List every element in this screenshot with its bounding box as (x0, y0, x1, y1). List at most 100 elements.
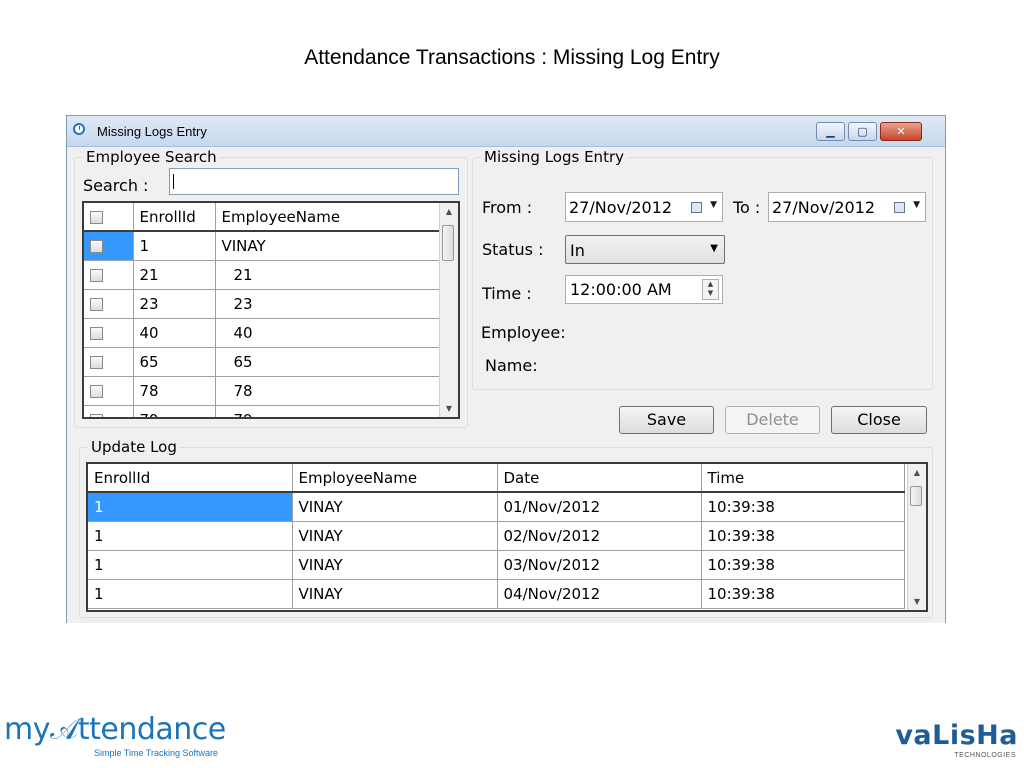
chevron-down-icon[interactable]: ▼ (710, 200, 717, 210)
row-checkbox[interactable] (90, 327, 103, 340)
missing-logs-entry-legend: Missing Logs Entry (484, 148, 624, 166)
table-row[interactable]: 21 21 (84, 260, 440, 290)
row-checkbox[interactable] (90, 414, 103, 417)
employeename-cell[interactable]: VINAY (215, 231, 440, 261)
scroll-thumb[interactable] (910, 486, 922, 506)
row-checkbox-cell[interactable] (84, 289, 134, 319)
row-checkbox[interactable] (90, 385, 103, 398)
table-row[interactable]: 1 VINAY 04/Nov/2012 10:39:38 (88, 579, 905, 609)
employeename-cell[interactable]: 65 (215, 347, 440, 377)
scroll-down-icon[interactable]: ▼ (440, 400, 458, 417)
valisha-tagline: TECHNOLOGIES (954, 752, 1016, 759)
row-checkbox[interactable] (90, 356, 103, 369)
status-label: Status : (482, 240, 544, 259)
valisha-logo: vaLisHa TECHNOLOGIES (872, 720, 1022, 764)
table-row[interactable]: 1 VINAY 03/Nov/2012 10:39:38 (88, 550, 905, 580)
table-row[interactable]: 78 78 (84, 376, 440, 406)
time-stepper[interactable]: ▲ ▼ (702, 279, 719, 300)
employee-label: Employee: (481, 323, 566, 342)
select-all-checkbox[interactable] (90, 210, 103, 224)
chevron-down-icon[interactable]: ▼ (710, 243, 718, 254)
slide-title: Attendance Transactions : Missing Log En… (304, 46, 720, 69)
to-date-picker[interactable]: 27/Nov/2012 ▼ (768, 192, 926, 222)
employeename-cell[interactable]: VINAY (292, 550, 498, 580)
calendar-icon[interactable] (691, 202, 702, 213)
employeename-cell[interactable]: 23 (215, 289, 440, 319)
time-cell[interactable]: 10:39:38 (701, 521, 905, 551)
maximize-button[interactable]: ▢ (848, 122, 877, 141)
scroll-up-icon[interactable]: ▲ (440, 203, 458, 220)
enrollid-cell[interactable]: 1 (88, 550, 293, 580)
date-cell[interactable]: 01/Nov/2012 (497, 492, 702, 522)
enrollid-cell[interactable]: 1 (88, 579, 293, 609)
row-checkbox[interactable] (90, 298, 103, 311)
calendar-icon[interactable] (894, 202, 905, 213)
time-cell[interactable]: 10:39:38 (701, 579, 905, 609)
minimize-button[interactable]: ▁ (816, 122, 845, 141)
time-input[interactable]: 12:00:00 AM ▲ ▼ (565, 275, 723, 304)
row-checkbox-cell[interactable] (84, 347, 134, 377)
table-row[interactable]: 1 VINAY (84, 231, 440, 261)
status-select[interactable]: In ▼ (565, 235, 725, 264)
table-row[interactable]: 40 40 (84, 318, 440, 348)
employeename-cell[interactable]: 40 (215, 318, 440, 348)
row-checkbox-cell[interactable] (84, 231, 134, 261)
column-header-enrollid[interactable]: EnrollId (88, 464, 293, 493)
save-button[interactable]: Save (619, 406, 714, 434)
scroll-up-icon[interactable]: ▲ (908, 464, 926, 481)
scroll-thumb[interactable] (442, 225, 454, 261)
column-header-employeename[interactable]: EmployeeName (292, 464, 498, 493)
enrollid-cell[interactable]: 65 (133, 347, 216, 377)
delete-button[interactable]: Delete (725, 406, 820, 434)
employee-search-legend: Employee Search (86, 148, 217, 166)
column-header-date[interactable]: Date (497, 464, 702, 493)
time-cell[interactable]: 10:39:38 (701, 492, 905, 522)
employeename-cell[interactable]: VINAY (292, 579, 498, 609)
row-checkbox-cell[interactable] (84, 318, 134, 348)
table-row[interactable]: 1 VINAY 02/Nov/2012 10:39:38 (88, 521, 905, 551)
update-log-scrollbar[interactable]: ▲ ▼ (907, 464, 926, 610)
date-cell[interactable]: 02/Nov/2012 (497, 521, 702, 551)
enrollid-cell[interactable]: 1 (88, 492, 293, 522)
enrollid-cell[interactable]: 40 (133, 318, 216, 348)
employeename-cell[interactable]: VINAY (292, 492, 498, 522)
employeename-cell[interactable]: VINAY (292, 521, 498, 551)
search-input[interactable] (169, 168, 459, 195)
scroll-down-icon[interactable]: ▼ (908, 593, 926, 610)
date-cell[interactable]: 04/Nov/2012 (497, 579, 702, 609)
table-row[interactable]: 65 65 (84, 347, 440, 377)
enrollid-cell[interactable]: 23 (133, 289, 216, 319)
employeename-cell[interactable]: 79 (215, 405, 440, 417)
row-checkbox[interactable] (90, 269, 103, 282)
close-button[interactable]: Close (831, 406, 927, 434)
myattendance-logo: my𝒜ttendance Simple Time Tracking Softwa… (4, 712, 244, 762)
table-row[interactable]: 1 VINAY 01/Nov/2012 10:39:38 (88, 492, 905, 522)
column-header-time[interactable]: Time (701, 464, 905, 493)
row-checkbox-cell[interactable] (84, 405, 134, 417)
table-row[interactable]: 79 79 (84, 405, 440, 417)
time-cell[interactable]: 10:39:38 (701, 550, 905, 580)
employeename-cell[interactable]: 78 (215, 376, 440, 406)
chevron-down-icon[interactable]: ▼ (913, 200, 920, 210)
enrollid-cell[interactable]: 21 (133, 260, 216, 290)
close-window-button[interactable]: ✕ (880, 122, 922, 141)
table-row[interactable]: 23 23 (84, 289, 440, 319)
date-cell[interactable]: 03/Nov/2012 (497, 550, 702, 580)
enrollid-cell[interactable]: 79 (133, 405, 216, 417)
search-label: Search : (83, 176, 149, 195)
column-header-enrollid[interactable]: EnrollId (133, 203, 216, 232)
enrollid-cell[interactable]: 1 (88, 521, 293, 551)
title-bar[interactable]: Missing Logs Entry ▁ ▢ ✕ (67, 116, 945, 147)
enrollid-cell[interactable]: 78 (133, 376, 216, 406)
employee-grid-scrollbar[interactable]: ▲ ▼ (439, 203, 458, 417)
row-checkbox[interactable] (90, 240, 103, 253)
employee-grid[interactable]: EnrollId EmployeeName 1 VINAY 21 21 23 2… (82, 201, 460, 419)
from-date-picker[interactable]: 27/Nov/2012 ▼ (565, 192, 723, 222)
row-checkbox-cell[interactable] (84, 376, 134, 406)
row-checkbox-cell[interactable] (84, 260, 134, 290)
column-header-employeename[interactable]: EmployeeName (215, 203, 440, 232)
update-log-grid[interactable]: EnrollId EmployeeName Date Time 1 VINAY … (86, 462, 928, 612)
employeename-cell[interactable]: 21 (215, 260, 440, 290)
select-all-cell[interactable] (84, 203, 134, 232)
enrollid-cell[interactable]: 1 (133, 231, 216, 261)
